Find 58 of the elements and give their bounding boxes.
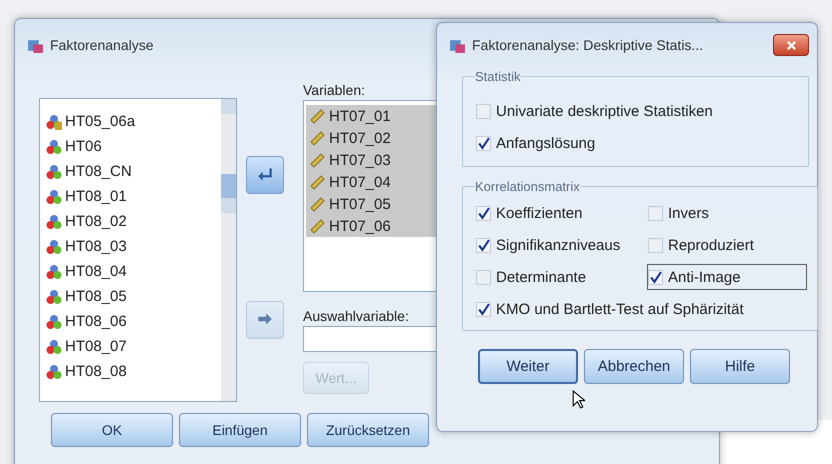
move-button[interactable] — [246, 156, 284, 194]
dialog-button[interactable]: Weiter — [478, 349, 578, 384]
checkbox[interactable] — [476, 104, 491, 118]
ruler-icon — [310, 218, 326, 234]
checkbox[interactable] — [476, 302, 491, 316]
checkbox[interactable] — [648, 270, 663, 284]
variable-list[interactable]: HT05_06a HT06 HT08_CN HT08_01 HT08_02 HT08_03 HT08_04 HT08_05 HT08_06 HT08_07 HT08_08 — [39, 98, 237, 402]
checkbox[interactable] — [476, 206, 491, 220]
variable-item[interactable]: HT08_01 — [46, 184, 221, 209]
close-icon — [786, 40, 796, 50]
variable-item[interactable]: HT08_CN — [46, 159, 221, 184]
variable-item[interactable]: HT06 — [46, 134, 221, 159]
checkbox-option[interactable]: Anti-Image — [647, 264, 807, 290]
variables-label: Variablen: — [303, 82, 366, 100]
nominal-variable-icon — [46, 364, 62, 380]
variable-item[interactable]: HT08_03 — [46, 234, 221, 259]
nominal-variable-icon — [46, 238, 62, 254]
ruler-icon — [310, 174, 326, 190]
variable-item[interactable]: HT08_07 — [46, 334, 221, 359]
checkbox[interactable] — [476, 238, 491, 252]
dialog-button[interactable]: Zurücksetzen — [307, 413, 429, 447]
ruler-icon — [310, 152, 326, 168]
scrollbar[interactable] — [221, 99, 236, 401]
dialog-button[interactable]: OK — [51, 413, 173, 447]
ruler-icon — [310, 130, 326, 146]
checkbox-option[interactable]: Reproduziert — [647, 232, 807, 258]
variable-item[interactable]: HT08_02 — [46, 209, 221, 234]
variable-item[interactable]: HT08_06 — [46, 309, 221, 334]
nominal-variable-icon — [46, 114, 62, 130]
dialog-button[interactable]: Einfügen — [179, 413, 301, 447]
checkbox-option[interactable]: KMO und Bartlett-Test auf Sphärizität — [475, 296, 807, 322]
variable-item[interactable]: HT08_05 — [46, 284, 221, 309]
selection-variable-label: Auswahlvariable: — [303, 308, 410, 326]
nominal-variable-icon — [46, 314, 62, 330]
checkbox-option[interactable]: Invers — [647, 200, 807, 226]
checkbox[interactable] — [476, 136, 491, 150]
nominal-variable-icon — [46, 338, 62, 354]
close-button[interactable] — [773, 34, 809, 56]
ruler-icon — [310, 108, 326, 124]
variable-item[interactable]: HT05_06a — [46, 109, 221, 134]
nominal-variable-icon — [46, 164, 62, 180]
mouse-cursor-icon — [572, 390, 585, 409]
variable-item[interactable]: HT08_08 — [46, 359, 221, 384]
window-title: Faktorenanalyse: Deskriptive Statis... — [472, 37, 704, 53]
checkbox[interactable] — [648, 206, 663, 220]
nominal-variable-icon — [46, 138, 62, 154]
checkbox[interactable] — [648, 238, 663, 252]
nominal-variable-icon — [46, 288, 62, 304]
window-title: Faktorenanalyse — [50, 37, 154, 53]
dialog-button[interactable]: Hilfe — [690, 349, 790, 384]
variable-item[interactable]: HT08_04 — [46, 259, 221, 284]
dialog-button[interactable]: Abbrechen — [584, 349, 684, 384]
ruler-icon — [310, 196, 326, 212]
group-title: Statistik — [475, 69, 521, 84]
nominal-variable-icon — [46, 214, 62, 230]
nominal-variable-icon — [46, 188, 62, 204]
checkbox[interactable] — [476, 270, 491, 284]
nominal-variable-icon — [46, 264, 62, 280]
